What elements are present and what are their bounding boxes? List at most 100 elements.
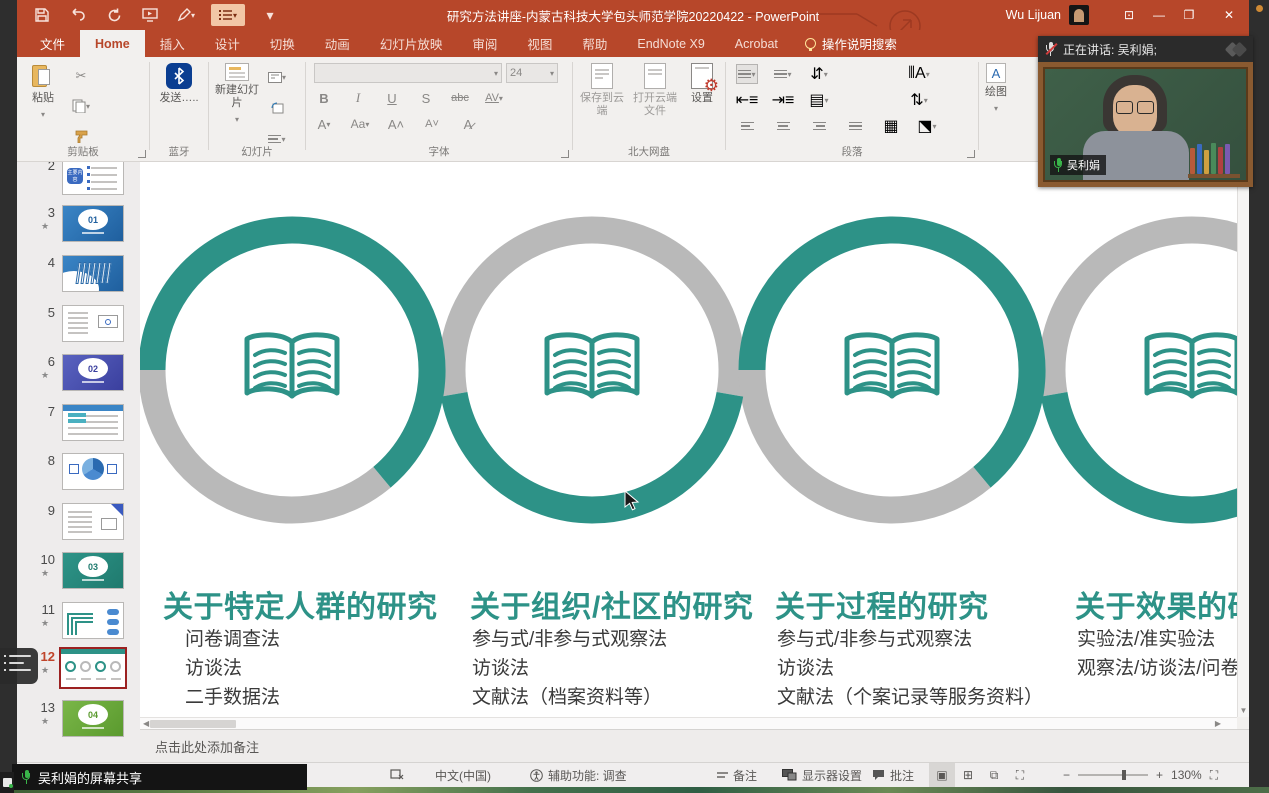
tab-EndNote X9[interactable]: EndNote X9 bbox=[622, 30, 719, 57]
slide-column-item[interactable]: 观察法/访谈法/问卷调查 bbox=[1077, 653, 1237, 680]
slide-column-item[interactable]: 访谈法 bbox=[185, 653, 242, 680]
bullet-list-qat-icon[interactable]: ▾ bbox=[211, 4, 245, 26]
bullets-button[interactable]: ▾ bbox=[736, 64, 758, 84]
slide-column-item[interactable]: 问卷调查法 bbox=[185, 624, 280, 651]
slide-column-item[interactable]: 参与式/非参与式观察法 bbox=[777, 624, 972, 651]
slide-column-title[interactable]: 关于过程的研究 bbox=[775, 582, 989, 626]
align-text-button[interactable]: ⇅▾ bbox=[908, 90, 930, 110]
presenter-icon[interactable] bbox=[390, 763, 404, 787]
align-left-icon[interactable] bbox=[736, 116, 758, 136]
customize-qat-icon[interactable]: ▾ bbox=[259, 4, 281, 26]
meeting-video-panel[interactable]: 正在讲话: 吴利娟; 吴利娟 bbox=[1038, 36, 1253, 187]
columns-icon[interactable]: ▦ bbox=[880, 116, 902, 136]
save-to-cloud-button[interactable]: 保存到云端 bbox=[579, 57, 625, 143]
hscroll-thumb[interactable] bbox=[150, 720, 236, 728]
screen-share-pill[interactable]: 吴利娟的屏幕共享 bbox=[12, 764, 307, 790]
minimize-button[interactable]: — bbox=[1149, 0, 1169, 30]
slide-thumbnail[interactable] bbox=[59, 647, 127, 689]
slide-thumbnail[interactable]: 主要内容 bbox=[62, 162, 124, 195]
justify-icon[interactable] bbox=[844, 116, 866, 136]
slide-thumbnail[interactable] bbox=[62, 503, 124, 540]
slide-column-title[interactable]: 关于组织/社区的研究 bbox=[470, 582, 753, 626]
tab-Home[interactable]: Home bbox=[80, 30, 145, 57]
slide-thumbnail[interactable] bbox=[62, 305, 124, 342]
tab-审阅[interactable]: 审阅 bbox=[457, 30, 512, 57]
slide-canvas[interactable]: 关于特定人群的研究问卷调查法访谈法二手数据法关于组织/社区的研究参与式/非参与式… bbox=[140, 162, 1237, 717]
slide-column-item[interactable]: 访谈法 bbox=[472, 653, 529, 680]
tab-设计[interactable]: 设计 bbox=[200, 30, 255, 57]
text-direction-button[interactable]: ⫴A▾ bbox=[908, 64, 930, 84]
zoom-slider[interactable] bbox=[1078, 774, 1148, 776]
tab-插入[interactable]: 插入 bbox=[145, 30, 200, 57]
thumbnail-row-9[interactable]: 9 bbox=[17, 503, 140, 547]
change-case-button[interactable]: Aa▾ bbox=[348, 113, 372, 135]
ribbon-display-options-icon[interactable]: ⊡ bbox=[1119, 0, 1139, 30]
tab-Acrobat[interactable]: Acrobat bbox=[720, 30, 793, 57]
numbering-button[interactable]: ▾ bbox=[772, 64, 794, 84]
display-settings-button[interactable]: 显示器设置 bbox=[782, 763, 862, 787]
slide-column-item[interactable]: 访谈法 bbox=[777, 653, 834, 680]
convert-smartart-button[interactable]: ⬔▾ bbox=[916, 116, 938, 136]
zoom-out-button[interactable]: − bbox=[1063, 768, 1070, 782]
slide-thumbnail[interactable]: 01 bbox=[62, 205, 124, 242]
paste-button[interactable]: 粘贴▾ bbox=[17, 57, 69, 143]
font-size-combobox[interactable]: 24▾ bbox=[506, 63, 558, 83]
thumbnail-row-5[interactable]: 5 bbox=[17, 305, 140, 349]
thumbnail-row-4[interactable]: 4 bbox=[17, 255, 140, 299]
reset-slide-icon[interactable] bbox=[265, 97, 289, 119]
ink-pen-icon[interactable]: ▾ bbox=[175, 4, 197, 26]
align-center-icon[interactable] bbox=[772, 116, 794, 136]
underline-button[interactable]: U bbox=[380, 87, 404, 109]
vertical-scrollbar[interactable]: ▲ ▼ bbox=[1237, 162, 1249, 717]
font-dialog-launcher[interactable] bbox=[561, 150, 569, 158]
add-remove-columns-button[interactable]: ▤▾ bbox=[808, 90, 830, 110]
new-slide-button[interactable]: 新建幻灯片▾ bbox=[209, 57, 265, 143]
slide-thumbnail[interactable] bbox=[62, 453, 124, 490]
slide-column-title[interactable]: 关于特定人群的研究 bbox=[163, 582, 438, 626]
tab-幻灯片放映[interactable]: 幻灯片放映 bbox=[365, 30, 458, 57]
tab-切换[interactable]: 切换 bbox=[255, 30, 310, 57]
notes-toggle-button[interactable]: 备注 bbox=[717, 763, 757, 787]
slide-column-item[interactable]: 文献法（个案记录等服务资料） bbox=[777, 682, 1043, 709]
language-indicator[interactable]: 中文(中国) bbox=[435, 763, 491, 787]
reading-view-button[interactable]: ⧉ bbox=[981, 763, 1007, 787]
comments-button[interactable]: 批注 bbox=[872, 763, 914, 787]
layout-icon[interactable]: ▾ bbox=[265, 66, 289, 88]
start-slideshow-icon[interactable] bbox=[139, 4, 161, 26]
slide-thumbnail[interactable] bbox=[62, 255, 124, 292]
slideshow-view-button[interactable]: ⛶ bbox=[1007, 763, 1033, 787]
slide-thumbnail[interactable]: 04 bbox=[62, 700, 124, 737]
tab-动画[interactable]: 动画 bbox=[310, 30, 365, 57]
account-avatar[interactable] bbox=[1069, 5, 1089, 25]
align-right-icon[interactable] bbox=[808, 116, 830, 136]
italic-button[interactable]: I bbox=[346, 87, 370, 109]
slide-thumbnail[interactable]: 03 bbox=[62, 552, 124, 589]
notes-pane[interactable]: 点击此处添加备注 bbox=[140, 729, 1249, 762]
copy-icon[interactable]: ▾ bbox=[69, 95, 93, 117]
thumbnail-row-13[interactable]: 13★04 bbox=[17, 700, 140, 744]
drawing-a-button[interactable]: A 绘图▾ bbox=[979, 57, 1013, 143]
zoom-slider-thumb[interactable] bbox=[1122, 770, 1126, 780]
tab-文件[interactable]: 文件 bbox=[25, 30, 80, 57]
tab-帮助[interactable]: 帮助 bbox=[567, 30, 622, 57]
thumbnail-row-2[interactable]: 2主要内容 bbox=[17, 162, 140, 202]
bluetooth-send-button[interactable]: 发送….. bbox=[150, 57, 208, 143]
save-icon[interactable] bbox=[31, 4, 53, 26]
paragraph-dialog-launcher[interactable] bbox=[967, 150, 975, 158]
thumbnail-row-6[interactable]: 6★02 bbox=[17, 354, 140, 398]
slide-thumbnail[interactable]: 02 bbox=[62, 354, 124, 391]
decrease-indent-icon[interactable]: ⇤≡ bbox=[736, 90, 758, 110]
thumbnail-row-11[interactable]: 11★ bbox=[17, 602, 140, 646]
undo-icon[interactable] bbox=[67, 4, 89, 26]
taskbar-app-chip[interactable] bbox=[0, 772, 14, 793]
accessibility-indicator[interactable]: 辅助功能: 调查 bbox=[530, 763, 627, 787]
thumbnail-row-10[interactable]: 10★03 bbox=[17, 552, 140, 596]
slide-column-item[interactable]: 参与式/非参与式观察法 bbox=[472, 624, 667, 651]
font-color-button[interactable]: A▾ bbox=[312, 113, 336, 135]
account-area[interactable]: Wu Lijuan bbox=[1006, 0, 1089, 30]
tell-me-search[interactable]: 操作说明搜索 bbox=[793, 30, 909, 57]
thumbnail-row-8[interactable]: 8 bbox=[17, 453, 140, 497]
fit-to-window-button[interactable]: ⛶ bbox=[1210, 768, 1218, 783]
thumbnail-row-3[interactable]: 3★01 bbox=[17, 205, 140, 249]
restore-button[interactable]: ❐ bbox=[1169, 0, 1209, 30]
